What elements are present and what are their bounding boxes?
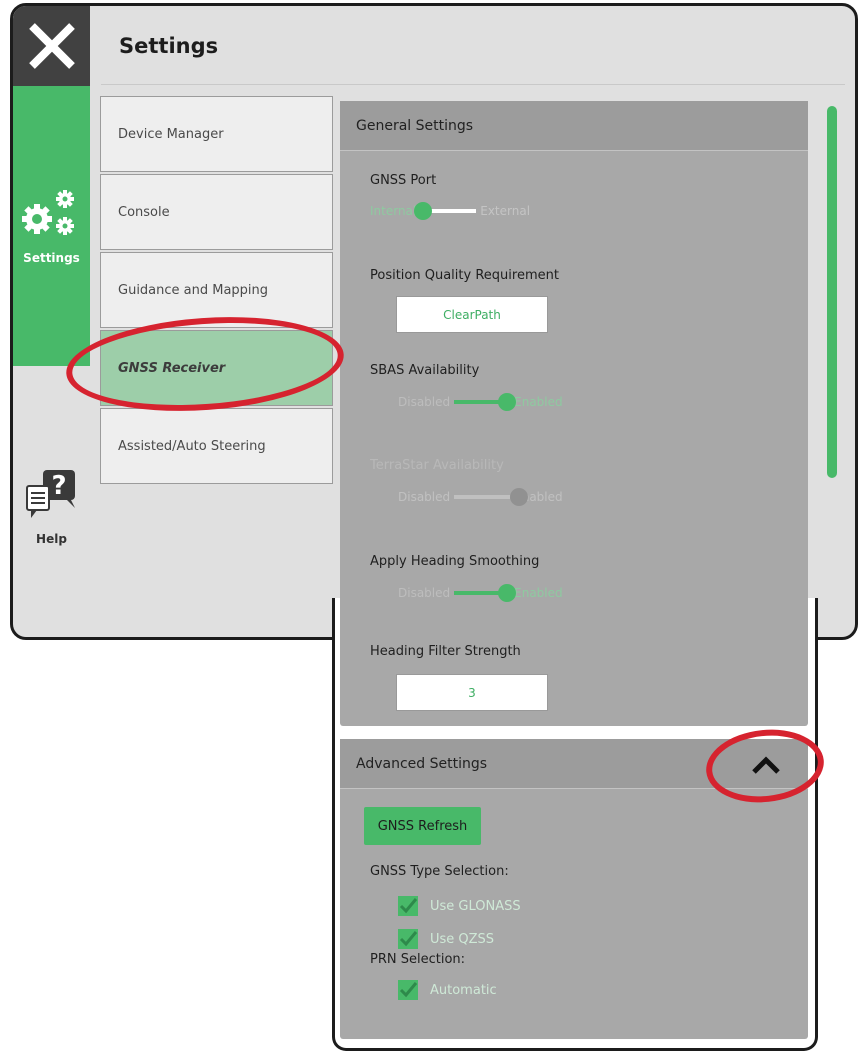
general-settings-header: General Settings <box>340 101 808 151</box>
glonass-label: Use GLONASS <box>430 898 521 914</box>
collapse-button[interactable] <box>748 751 784 779</box>
chevron-up-icon <box>752 756 780 774</box>
gnss-port-right: External <box>480 204 531 218</box>
heading-filter-label: Heading Filter Strength <box>370 644 521 659</box>
heading-smoothing-right: Enabled <box>514 586 563 600</box>
position-quality-label: Position Quality Requirement <box>370 268 559 283</box>
close-button[interactable] <box>13 6 90 86</box>
advanced-settings-header[interactable]: Advanced Settings <box>340 739 808 789</box>
page-title: Settings <box>119 34 219 58</box>
checkbox[interactable] <box>398 896 418 916</box>
svg-text:?: ? <box>51 471 66 501</box>
terrastar-toggle: Disabled Enabled <box>398 487 563 507</box>
prn-selection-label: PRN Selection: <box>370 952 466 967</box>
help-chat-icon: ? <box>26 470 75 518</box>
nav-settings-label: Settings <box>23 251 80 265</box>
checkbox[interactable] <box>398 929 418 949</box>
gnss-port-label: GNSS Port <box>370 173 437 188</box>
toggle-track <box>454 488 529 506</box>
toggle-track <box>454 393 517 411</box>
heading-smoothing-label: Apply Heading Smoothing <box>370 554 540 569</box>
sbas-label: SBAS Availability <box>370 363 480 378</box>
nav-settings[interactable]: Settings <box>13 86 90 366</box>
gnss-refresh-button[interactable]: GNSS Refresh <box>364 807 481 845</box>
heading-smoothing-toggle[interactable]: Disabled Enabled <box>398 583 563 603</box>
checkmark-icon <box>399 931 418 947</box>
header-divider <box>101 84 845 85</box>
qzss-label: Use QZSS <box>430 931 495 947</box>
terrastar-label: TerraStar Availability <box>370 458 504 473</box>
advanced-settings-title: Advanced Settings <box>356 755 488 772</box>
gnss-port-left: Internal <box>370 204 417 218</box>
sbas-left: Disabled <box>398 395 451 409</box>
position-quality-select[interactable]: ClearPath <box>396 296 548 333</box>
toggle-track <box>454 584 517 602</box>
automatic-label: Automatic <box>430 982 497 998</box>
checkmark-icon <box>399 898 418 914</box>
checkbox[interactable] <box>398 980 418 1000</box>
terrastar-left: Disabled <box>398 490 451 504</box>
menu-item-device-manager[interactable]: Device Manager <box>100 96 333 172</box>
scrollbar[interactable] <box>827 106 837 478</box>
advanced-settings-body: GNSS Refresh GNSS Type Selection: Use GL… <box>340 789 808 1039</box>
qzss-checkbox[interactable]: Use QZSS <box>398 929 494 949</box>
nav-help[interactable]: ? Help <box>13 456 90 556</box>
sbas-toggle[interactable]: Disabled Enabled <box>398 392 563 412</box>
nav-help-label: Help <box>36 532 67 546</box>
toggle-track <box>414 202 477 220</box>
general-settings-panel: General Settings GNSS Port Internal Exte… <box>340 101 808 726</box>
gnss-port-toggle[interactable]: Internal External <box>370 201 530 221</box>
settings-menu: Device Manager Console Guidance and Mapp… <box>100 96 333 486</box>
heading-filter-input[interactable]: 3 <box>396 674 548 711</box>
gnss-type-selection-label: GNSS Type Selection: <box>370 864 509 879</box>
automatic-checkbox[interactable]: Automatic <box>398 980 497 1000</box>
advanced-settings-panel: Advanced Settings GNSS Refresh GNSS Type… <box>340 739 808 1039</box>
checkmark-icon <box>399 982 418 998</box>
menu-item-guidance-mapping[interactable]: Guidance and Mapping <box>100 252 333 328</box>
toggle-knob <box>414 202 433 220</box>
general-settings-body: GNSS Port Internal External Position Qua… <box>340 151 808 726</box>
heading-smoothing-left: Disabled <box>398 586 451 600</box>
gears-icon <box>22 190 74 235</box>
menu-item-gnss-receiver[interactable]: GNSS Receiver <box>100 330 333 406</box>
menu-item-assisted-auto-steering[interactable]: Assisted/Auto Steering <box>100 408 333 484</box>
glonass-checkbox[interactable]: Use GLONASS <box>398 896 521 916</box>
sbas-right: Enabled <box>514 395 563 409</box>
close-icon <box>28 23 75 69</box>
menu-item-console[interactable]: Console <box>100 174 333 250</box>
